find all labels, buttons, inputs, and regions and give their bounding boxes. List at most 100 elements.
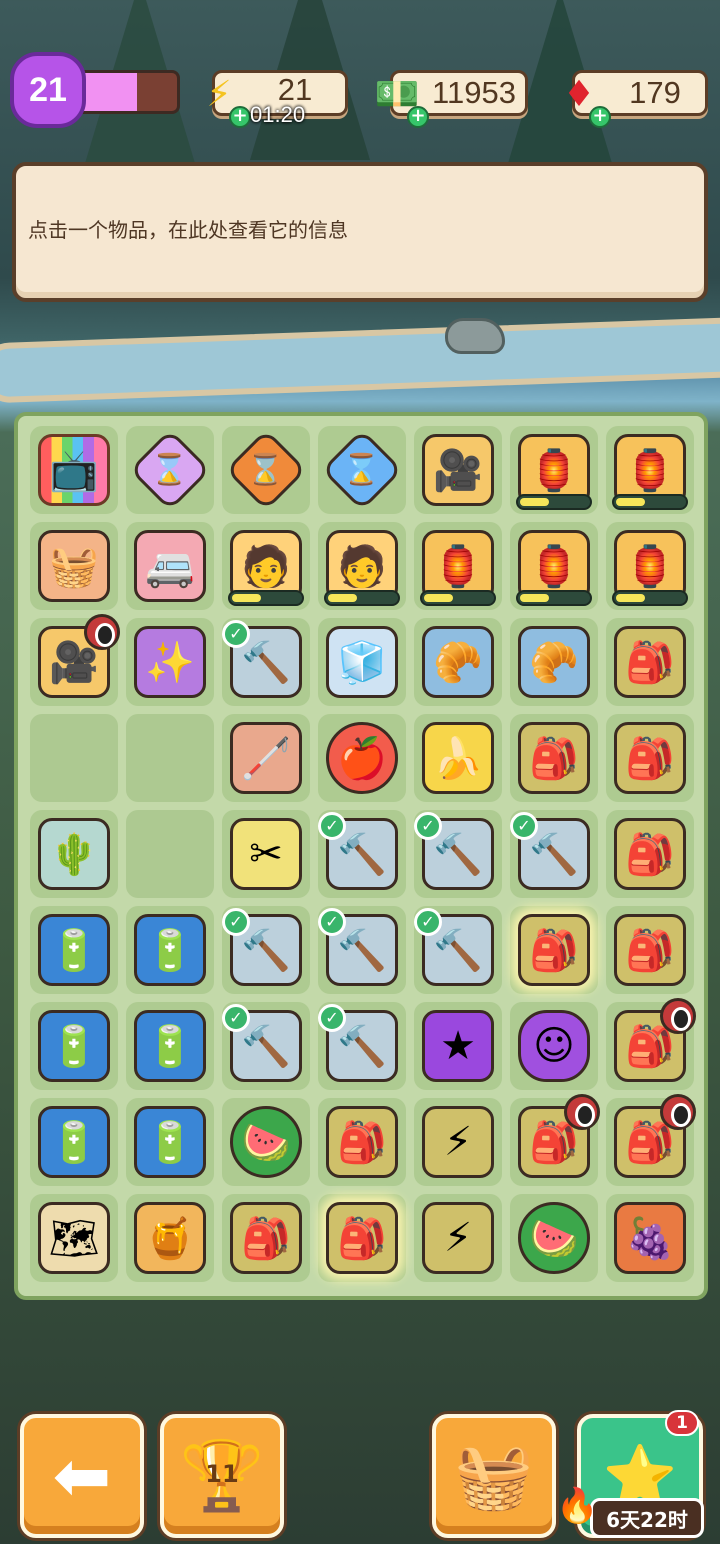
board-cell[interactable]: 🧊 <box>318 618 406 706</box>
board-cell[interactable]: 🎒 <box>510 714 598 802</box>
blue-hourglass-item[interactable]: ⌛ <box>320 428 404 512</box>
board-cell[interactable]: 🔨 ✓ <box>222 906 310 994</box>
battery-item[interactable]: 🔋 <box>134 1010 206 1082</box>
banana-item[interactable]: 🍌 <box>422 722 494 794</box>
board-cell[interactable] <box>30 714 118 802</box>
basket-button[interactable]: 🧺 <box>432 1414 556 1538</box>
picnic-food-item[interactable]: 🧺 <box>38 530 110 602</box>
board-cell[interactable]: 🏮 <box>510 426 598 514</box>
battery-item[interactable]: 🔋 <box>38 1106 110 1178</box>
battery-item[interactable]: 🔋 <box>38 914 110 986</box>
bubble-backpack-item[interactable]: 🎒 <box>326 1202 398 1274</box>
bread-chest-item[interactable]: 🥐 <box>422 626 494 698</box>
board-cell[interactable]: 🎒 <box>318 1194 406 1282</box>
map-item[interactable]: 🗺 <box>38 1202 110 1274</box>
bread-chest-item[interactable]: 🥐 <box>518 626 590 698</box>
board-cell[interactable]: 🍉 <box>222 1098 310 1186</box>
tv-item[interactable]: 📺 <box>38 434 110 506</box>
board-cell[interactable]: 🦯 <box>222 714 310 802</box>
board-cell[interactable]: 🎒 <box>606 810 694 898</box>
board-cell[interactable]: 🎒 <box>318 1098 406 1186</box>
backpack-item[interactable]: 🎒 <box>614 914 686 986</box>
backpack-item[interactable]: 🎒 <box>518 722 590 794</box>
board-cell[interactable]: 🎒 <box>606 618 694 706</box>
trophy-button[interactable]: 🏆 11 <box>160 1414 284 1538</box>
board-cell[interactable]: 🏮 <box>606 426 694 514</box>
board-cell[interactable]: 🧑 <box>318 522 406 610</box>
watermelon-item[interactable]: 🍉 <box>518 1202 590 1274</box>
board-cell[interactable]: 🎒 <box>606 1094 696 1186</box>
board-cell[interactable]: 🎒 <box>510 1094 600 1186</box>
watermelon-item[interactable]: 🍉 <box>230 1106 302 1178</box>
board-cell[interactable] <box>126 714 214 802</box>
board-cell[interactable]: ✂ <box>222 810 310 898</box>
cactus-tools-item[interactable]: 🌵 <box>38 818 110 890</box>
purple-blob-item[interactable]: ☺ <box>518 1010 590 1082</box>
board-cell[interactable]: 🎒 <box>606 714 694 802</box>
board-cell[interactable]: ⌛ <box>126 426 214 514</box>
board-cell[interactable]: 🔨 ✓ <box>414 906 502 994</box>
backpack-item[interactable]: 🎒 <box>326 1106 398 1178</box>
board-cell[interactable]: 🍇 <box>606 1194 694 1282</box>
cooler-box-item[interactable]: 🧊 <box>326 626 398 698</box>
board-cell[interactable]: 🎒 <box>606 906 694 994</box>
level-indicator[interactable]: 21 <box>10 52 180 128</box>
board-cell[interactable]: 🔋 <box>126 1098 214 1186</box>
board-cell[interactable]: 🎒 <box>606 998 696 1090</box>
camera-operator-item[interactable]: 🎥 <box>422 434 494 506</box>
board-cell[interactable] <box>126 810 214 898</box>
battery-item[interactable]: 🔋 <box>134 914 206 986</box>
backpack-item[interactable]: 🎒 <box>614 722 686 794</box>
board-cell[interactable]: 🍎 <box>318 714 406 802</box>
board-cell[interactable]: 🎒 <box>510 906 598 994</box>
backpack-item[interactable]: 🎒 <box>614 626 686 698</box>
board-cell[interactable]: 🔋 <box>30 1098 118 1186</box>
orange-hourglass-item[interactable]: ⌛ <box>224 428 308 512</box>
add-cash-icon[interactable]: + <box>407 106 429 128</box>
honey-jar-item[interactable]: 🍯 <box>134 1202 206 1274</box>
board-cell[interactable]: ⚡ <box>414 1098 502 1186</box>
board-cell[interactable]: 🔨 ✓ <box>318 810 406 898</box>
board-cell[interactable]: 🗺 <box>30 1194 118 1282</box>
apple-item[interactable]: 🍎 <box>326 722 398 794</box>
board-cell[interactable]: 🍌 <box>414 714 502 802</box>
board-cell[interactable]: 📺 <box>30 426 118 514</box>
board-cell[interactable]: 🏮 <box>510 522 598 610</box>
board-cell[interactable]: 🔨 ✓ <box>414 810 502 898</box>
energy-backpack-item[interactable]: ⚡ <box>422 1106 494 1178</box>
battery-item[interactable]: 🔋 <box>134 1106 206 1178</box>
board-cell[interactable]: 🔋 <box>30 906 118 994</box>
board-cell[interactable]: 🔨 ✓ <box>222 1002 310 1090</box>
backpack-item[interactable]: 🎒 <box>230 1202 302 1274</box>
board-cell[interactable]: ✨ <box>126 618 214 706</box>
board-cell[interactable]: ⚡ <box>414 1194 502 1282</box>
board-cell[interactable]: 🍉 <box>510 1194 598 1282</box>
board-cell[interactable]: 🔋 <box>126 1002 214 1090</box>
board-cell[interactable]: 🔨 ✓ <box>318 1002 406 1090</box>
board-cell[interactable]: 🔋 <box>30 1002 118 1090</box>
board-cell[interactable]: 🥐 <box>414 618 502 706</box>
add-energy-icon[interactable]: + <box>229 106 251 128</box>
board-cell[interactable]: 🎥 <box>414 426 502 514</box>
board-cell[interactable]: 🌵 <box>30 810 118 898</box>
board-cell[interactable]: ★ <box>414 1002 502 1090</box>
magic-box-item[interactable]: ✨ <box>134 626 206 698</box>
board-cell[interactable]: ⌛ <box>222 426 310 514</box>
board-cell[interactable]: 🧑 <box>222 522 310 610</box>
board-cell[interactable]: 🔨 ✓ <box>222 618 310 706</box>
board-cell[interactable]: 🏮 <box>414 522 502 610</box>
board-cell[interactable]: 🥐 <box>510 618 598 706</box>
board-cell[interactable]: 🚐 <box>126 522 214 610</box>
bubble-backpack-item[interactable]: 🎒 <box>518 914 590 986</box>
gem-counter[interactable]: ♦ + 179 <box>563 70 708 128</box>
backpack-item[interactable]: 🎒 <box>614 818 686 890</box>
cane-item[interactable]: 🦯 <box>230 722 302 794</box>
board-cell[interactable]: ⌛ <box>318 426 406 514</box>
board-cell[interactable]: 🎒 <box>222 1194 310 1282</box>
board-cell[interactable]: 🔨 ✓ <box>318 906 406 994</box>
board-cell[interactable]: 🧺 <box>30 522 118 610</box>
board-cell[interactable]: 🏮 <box>606 522 694 610</box>
scissors-item[interactable]: ✂ <box>230 818 302 890</box>
board-cell[interactable]: 🔋 <box>126 906 214 994</box>
add-gem-icon[interactable]: + <box>589 106 611 128</box>
